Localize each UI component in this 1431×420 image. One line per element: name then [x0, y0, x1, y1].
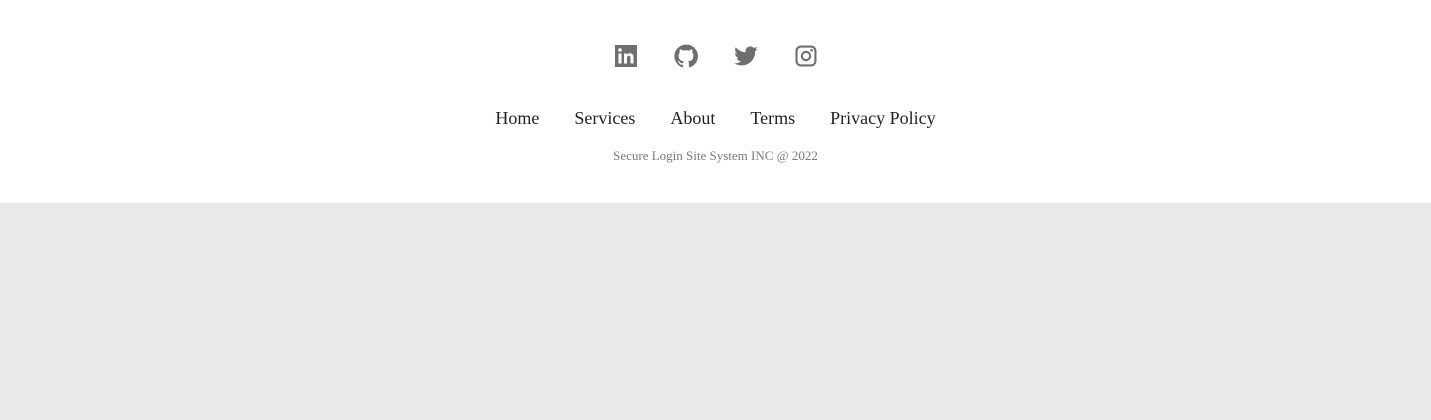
footer: Home Services About Terms Privacy Policy…	[0, 0, 1431, 203]
instagram-icon	[795, 45, 816, 67]
twitter-link[interactable]	[733, 44, 758, 68]
nav-services-link[interactable]: Services	[574, 106, 635, 130]
github-icon	[673, 44, 698, 68]
nav-about-link[interactable]: About	[670, 106, 715, 130]
page-background	[0, 203, 1431, 420]
github-link[interactable]	[673, 44, 698, 68]
nav-privacy-policy-link[interactable]: Privacy Policy	[830, 106, 936, 130]
footer-nav: Home Services About Terms Privacy Policy	[0, 106, 1431, 130]
twitter-icon	[733, 46, 758, 66]
nav-home-link[interactable]: Home	[495, 106, 539, 130]
nav-terms-link[interactable]: Terms	[750, 106, 795, 130]
linkedin-link[interactable]	[614, 44, 638, 68]
linkedin-icon	[614, 45, 637, 67]
instagram-link[interactable]	[794, 44, 818, 68]
social-links	[0, 44, 1431, 68]
copyright-text: Secure Login Site System INC @ 2022	[613, 148, 818, 163]
